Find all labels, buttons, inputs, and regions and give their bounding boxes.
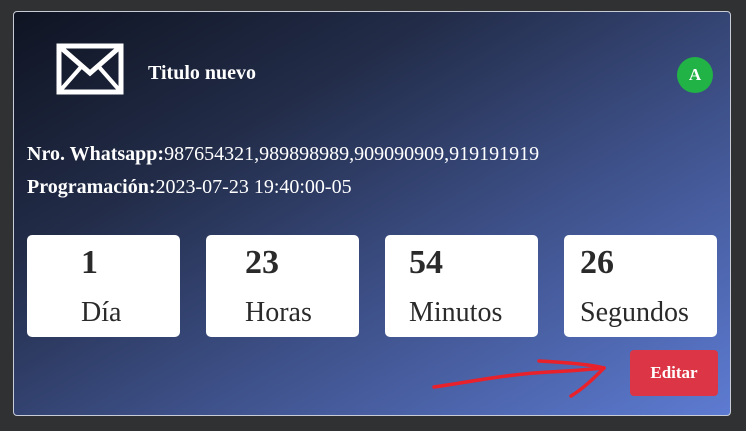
message-card: Titulo nuevo A Nro. Whatsapp:987654321,9… <box>13 11 731 416</box>
countdown-hours: 23 Horas <box>206 235 359 337</box>
whatsapp-line: Nro. Whatsapp:987654321,989898989,909090… <box>27 143 539 166</box>
countdown-days-unit: Día <box>81 297 122 328</box>
card-title: Titulo nuevo <box>148 62 256 84</box>
programacion-label: Programación: <box>27 176 156 198</box>
red-arrow-annotation <box>432 359 606 398</box>
countdown-minutes-unit: Minutos <box>409 297 503 328</box>
programacion-line: Programación:2023-07-23 19:40:00-05 <box>27 176 352 199</box>
avatar: A <box>677 57 713 93</box>
countdown-hours-value: 23 <box>245 244 279 281</box>
countdown-days-value: 1 <box>81 244 98 281</box>
envelope-icon <box>56 43 124 95</box>
edit-button[interactable]: Editar <box>630 350 718 396</box>
countdown-seconds: 26 Segundos <box>564 235 717 337</box>
whatsapp-label: Nro. Whatsapp: <box>27 143 165 165</box>
countdown-minutes: 54 Minutos <box>385 235 538 337</box>
whatsapp-value: 987654321,989898989,909090909,919191919 <box>164 143 540 165</box>
countdown-seconds-value: 26 <box>580 244 614 281</box>
page: Titulo nuevo A Nro. Whatsapp:987654321,9… <box>0 0 746 431</box>
programacion-value: 2023-07-23 19:40:00-05 <box>155 176 352 198</box>
countdown-minutes-value: 54 <box>409 244 443 281</box>
countdown-seconds-unit: Segundos <box>580 297 689 328</box>
countdown-hours-unit: Horas <box>245 297 312 328</box>
countdown-days: 1 Día <box>27 235 180 337</box>
